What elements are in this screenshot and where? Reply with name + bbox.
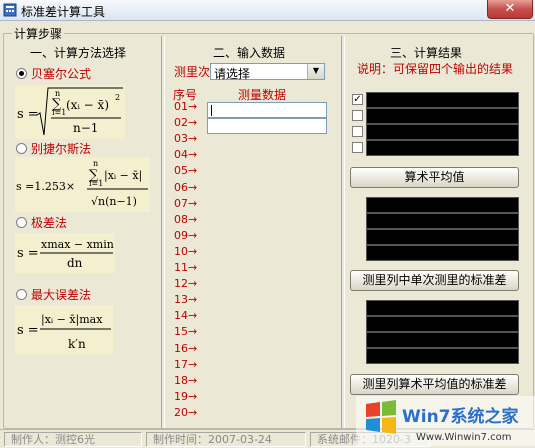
radio-bessel[interactable] [16,68,27,79]
window-title: 标准差计算工具 [21,5,106,19]
text-caret [211,105,212,116]
watermark-url: Www.Winwin7.com [416,432,511,443]
result-checkbox[interactable] [352,142,363,153]
row-label: 19→ [174,389,198,403]
row-label: 16→ [174,341,198,355]
formula-num: |xᵢ − x̄|max [41,313,103,327]
row-label: 05→ [174,164,198,178]
result-checkbox[interactable] [352,110,363,121]
chevron-down-icon[interactable]: ▼ [307,64,324,79]
row-label: 06→ [174,180,198,194]
formula-bottom-i: i=1 [89,179,103,188]
formula-lhs: s = [17,107,39,122]
status-time: 制作时间：2007-03-24 [146,432,306,447]
single-std-output-4 [366,348,519,364]
formula-denom: dn [67,256,83,270]
bessel-formula: s = n ∑ i=1 (xᵢ − x̄) 2 n−1 [15,85,125,139]
row-label: 12→ [174,277,198,291]
result-output-4 [366,140,519,156]
steps-group-label: 计算步骤 [12,25,65,42]
radio-peters[interactable] [16,143,27,154]
formula-denom: √n(n−1) [91,195,137,208]
method-heading: 一、计算方法选择 [30,46,127,60]
formula-bottom-i: i=1 [52,108,66,117]
count-select-value: 请选择 [214,67,251,81]
row-label: 20→ [174,405,198,419]
count-select[interactable]: 请选择 ▼ [210,63,325,81]
single-std-button[interactable]: 测里列中单次测里的标准差 [350,270,519,291]
mean-output-2 [366,213,519,229]
row-label: 10→ [174,244,198,258]
formula-top-n: n [93,159,98,168]
row-label: 11→ [174,261,198,274]
result-output-1 [366,92,519,108]
formula-exp: 2 [115,93,120,102]
single-std-output-3 [366,332,519,348]
row-label: 01→ [174,100,198,113]
data-input-01[interactable] [207,102,327,118]
formula-term: |xᵢ − x̄| [104,169,142,183]
radio-maxerr-label: 最大误差法 [31,288,92,302]
divider-left [161,36,165,428]
status-author: 制作人：测控6光 [4,432,142,447]
close-button[interactable]: ✕ [487,0,533,19]
row-label: 03→ [174,132,198,146]
row-label: 02→ [174,116,198,130]
data-input-02[interactable] [207,118,327,134]
formula-lhs: s = [17,323,39,338]
radio-range[interactable] [16,217,27,228]
row-label: 14→ [174,309,198,323]
input-heading: 二、输入数据 [213,46,286,60]
formula-num: xmax − xmin [41,238,114,251]
radio-bessel-label: 贝塞尔公式 [31,67,92,81]
result-checkbox[interactable]: ✓ [352,94,363,105]
radio-peters-label: 别捷尔斯法 [31,142,92,156]
close-icon: ✕ [504,1,516,16]
range-formula: s = xmax − xmin dn [15,233,115,273]
formula-lhs: s = [17,246,39,261]
formula-denom: k′n [68,337,86,351]
result-output-2 [366,108,519,124]
formula-lhs: s =1.253× [16,180,75,193]
row-label: 17→ [174,357,198,371]
watermark-site: Win7系统之家 [402,406,519,427]
single-std-output-2 [366,316,519,332]
row-label: 09→ [174,228,198,242]
mean-output-4 [366,245,519,261]
col-data-header: 测量数据 [238,88,287,102]
row-label: 13→ [174,293,198,307]
row-label: 18→ [174,373,198,387]
calculator-app-icon [3,3,17,17]
radio-maxerr[interactable] [16,289,27,300]
result-checkbox[interactable] [352,126,363,137]
result-note: 说明：可保留四个输出的结果 [357,62,514,76]
mean-button[interactable]: 算术平均值 [350,167,519,188]
mean-output-3 [366,229,519,245]
mean-output-1 [366,197,519,213]
row-label: 15→ [174,325,198,339]
row-label: 04→ [174,148,198,162]
row-label: 08→ [174,212,198,226]
peters-formula: s =1.253× n ∑ i=1 |xᵢ − x̄| √n(n−1) [15,157,150,212]
row-label: 07→ [174,196,198,210]
app-window: 标准差计算工具 ✕ 计算步骤 一、计算方法选择 贝塞尔公式 s = n ∑ i=… [0,0,535,448]
divider-right [341,36,345,428]
formula-denom: n−1 [73,121,98,135]
result-output-3 [366,124,519,140]
maxerr-formula: s = |xᵢ − x̄|max k′n [15,305,113,355]
site-watermark: Win7系统之家 Www.Winwin7.com [356,396,535,446]
formula-term: (xᵢ − x̄) [66,98,109,112]
mean-std-button[interactable]: 测里列算术平均值的标准差 [350,374,519,395]
result-heading: 三、计算结果 [390,46,463,60]
radio-range-label: 极差法 [31,216,68,230]
single-std-output-1 [366,300,519,316]
title-bar: 标准差计算工具 ✕ [0,0,535,21]
